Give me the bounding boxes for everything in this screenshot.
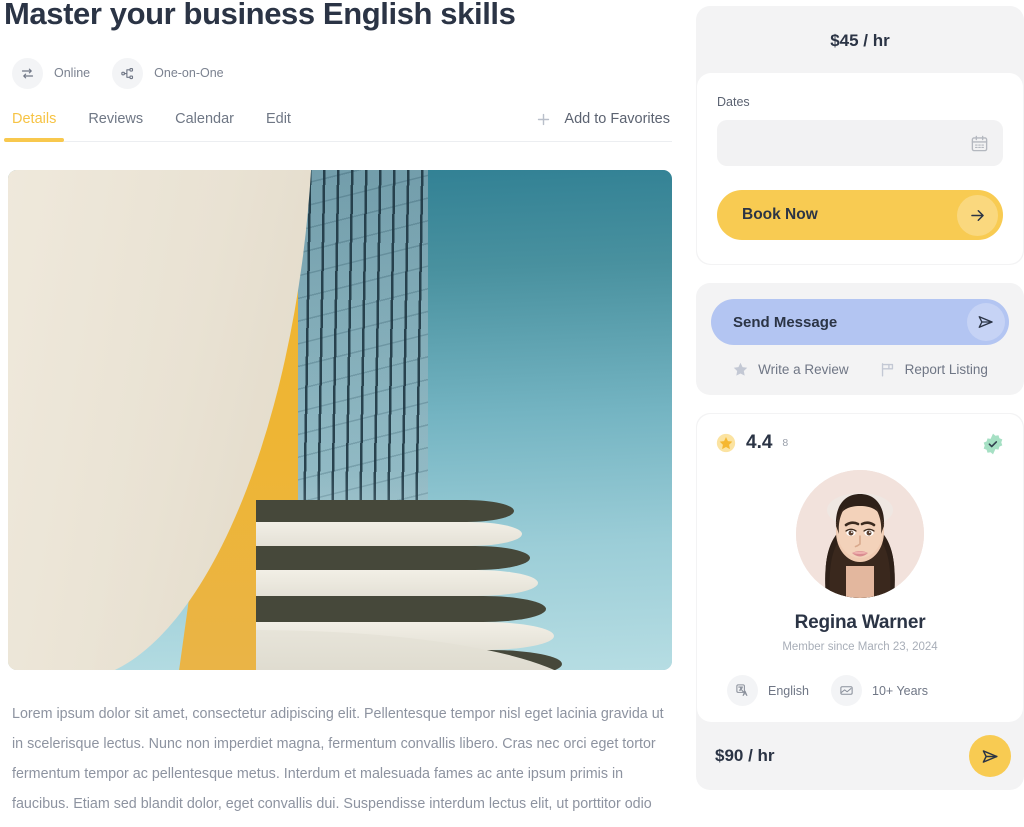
provider-card: 4.4 8 Regina Warner Member since March 2… <box>696 413 1024 790</box>
attribute-format: One-on-One <box>112 57 224 89</box>
tab-edit[interactable]: Edit <box>266 111 291 140</box>
provider-tag-language-label: English <box>768 683 809 698</box>
send-message-label: Send Message <box>733 313 838 331</box>
network-icon <box>112 57 144 89</box>
tabs-section: Details Reviews Calendar Edit Add to Fav… <box>3 111 672 142</box>
star-icon <box>732 361 749 378</box>
paper-plane-icon <box>967 303 1005 341</box>
listing-attributes: Online One-on-One <box>8 57 672 89</box>
provider-tag-experience-label: 10+ Years <box>872 683 928 698</box>
provider-tag-experience: 10+ Years <box>831 675 928 706</box>
booking-price: $45 / hr <box>830 31 890 50</box>
booking-card: $45 / hr Dates Book Now <box>696 6 1024 265</box>
transfer-icon <box>12 57 43 89</box>
secondary-links: Write a Review Report Listing <box>711 361 1009 380</box>
tab-calendar[interactable]: Calendar <box>175 111 234 140</box>
add-to-favorites-button[interactable]: Add to Favorites <box>535 111 672 141</box>
provider-footer-price: $90 / hr <box>715 746 775 765</box>
listing-description: Lorem ipsum dolor sit amet, consectetur … <box>12 705 664 827</box>
paper-plane-icon <box>981 747 1000 766</box>
language-icon <box>727 675 758 706</box>
avatar-portrait <box>796 470 924 598</box>
provider-member-since: Member since March 23, 2024 <box>782 641 938 653</box>
attribute-online: Online <box>12 57 91 89</box>
contact-card: Send Message Write a Review Report Listi… <box>696 283 1024 395</box>
add-to-favorites-label: Add to Favorites <box>564 111 670 128</box>
hero-image <box>8 169 672 670</box>
dates-input[interactable] <box>717 120 1003 166</box>
plus-icon <box>535 111 552 128</box>
write-review-button[interactable]: Write a Review <box>732 361 849 378</box>
avatar <box>796 470 924 598</box>
dates-label: Dates <box>717 95 750 109</box>
attribute-format-label: One-on-One <box>154 66 224 81</box>
provider-details: 4.4 8 Regina Warner Member since March 2… <box>697 414 1023 722</box>
main-content: Master your business English skills Onli… <box>0 0 672 827</box>
send-message-button[interactable]: Send Message <box>711 299 1009 345</box>
experience-icon <box>831 675 862 706</box>
write-review-label: Write a Review <box>758 362 849 377</box>
tab-list: Details Reviews Calendar Edit <box>3 111 291 142</box>
arrow-right-icon <box>957 194 998 236</box>
rating-value: 4.4 <box>746 432 773 453</box>
book-now-label: Book Now <box>742 206 818 223</box>
tabs-bar: Details Reviews Calendar Edit Add to Fav… <box>3 111 672 142</box>
star-badge-icon <box>715 432 737 454</box>
booking-form: Dates Book Now <box>697 73 1023 264</box>
attribute-online-label: Online <box>54 66 91 81</box>
rating-block: 4.4 8 <box>715 432 788 454</box>
provider-send-button[interactable] <box>969 735 1011 777</box>
provider-name: Regina Warner <box>794 612 926 633</box>
page-title: Master your business English skills <box>4 0 516 31</box>
tab-reviews[interactable]: Reviews <box>88 111 143 140</box>
verified-check-icon <box>981 432 1005 456</box>
provider-footer: $90 / hr <box>696 722 1024 790</box>
flag-icon <box>879 361 896 378</box>
provider-tags: English 10+ Years <box>715 675 1005 706</box>
provider-tag-language: English <box>727 675 809 706</box>
tab-details[interactable]: Details <box>3 111 65 142</box>
report-listing-button[interactable]: Report Listing <box>879 361 988 378</box>
calendar-icon <box>970 134 989 153</box>
rating-review-count: 8 <box>782 437 789 449</box>
book-now-button[interactable]: Book Now <box>717 190 1003 240</box>
tabs-divider <box>8 140 672 142</box>
provider-header: 4.4 8 <box>715 432 1005 456</box>
sidebar: $45 / hr Dates Book Now Send Message Wri… <box>696 0 1024 827</box>
hero-balcony-bands <box>256 499 586 670</box>
report-listing-label: Report Listing <box>904 362 988 377</box>
listing-page: Master your business English skills Onli… <box>0 0 1024 827</box>
